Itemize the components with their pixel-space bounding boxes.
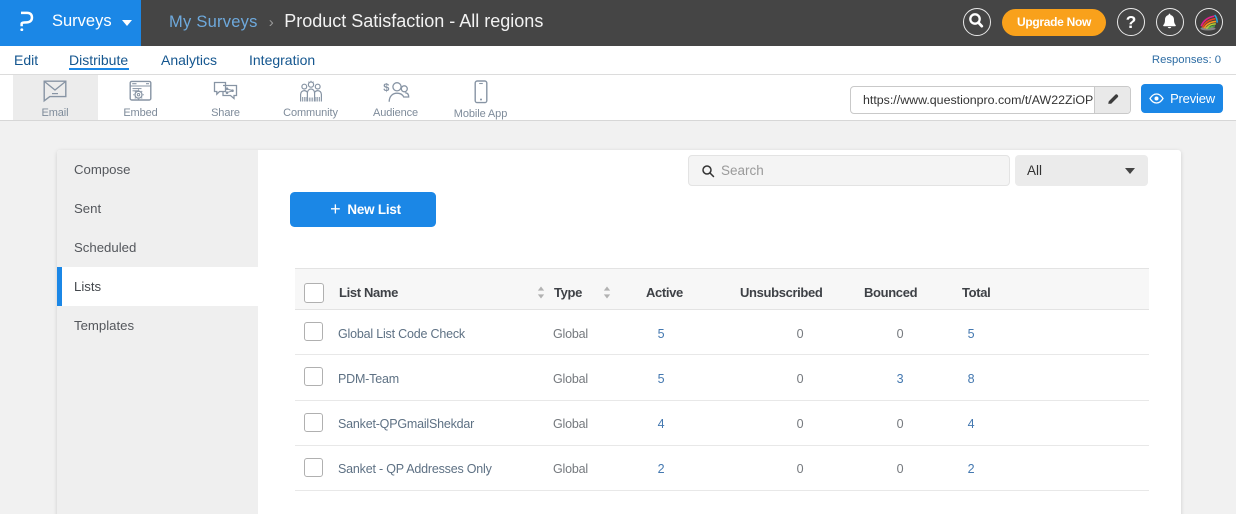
svg-text:$: $: [383, 82, 389, 94]
